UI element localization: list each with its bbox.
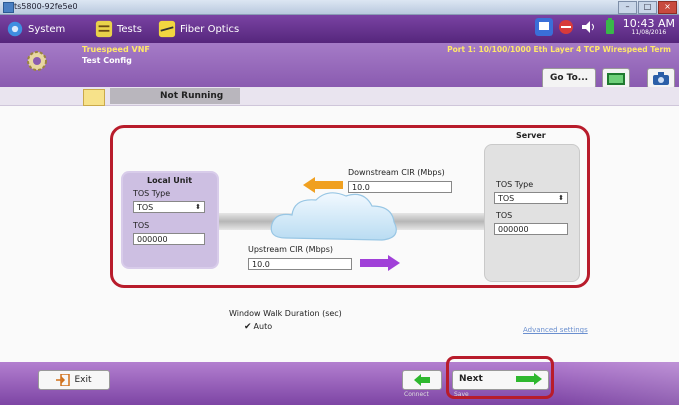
status-area: 10:43 AM 11/08/2016: [534, 18, 675, 36]
tab-tests[interactable]: Tests: [95, 18, 142, 40]
clock-time: 10:43 AM: [622, 17, 675, 31]
server-title: Server: [516, 131, 546, 140]
window-controls: – □ ×: [618, 1, 677, 14]
downstream-arrow-icon: [303, 177, 343, 193]
advanced-settings-link[interactable]: Advanced settings: [523, 326, 588, 334]
maximize-button[interactable]: □: [638, 1, 657, 14]
goto-button[interactable]: Go To...: [542, 68, 596, 89]
server-tos-type-select[interactable]: TOS ⬍: [494, 192, 568, 204]
tab-system-label: System: [28, 23, 66, 35]
tests-icon: [95, 20, 113, 38]
test-status-label: Not Running: [110, 88, 240, 104]
downstream-cir-field[interactable]: 10.0: [348, 181, 452, 193]
chevron-down-icon: ⬍: [558, 194, 564, 202]
test-name: Truespeed VNF: [82, 45, 150, 54]
upstream-arrow-icon: [360, 255, 400, 271]
top-nav-bar: System Tests Fiber Optics 10:43 AM 11/08…: [0, 15, 679, 43]
close-button[interactable]: ×: [658, 1, 677, 14]
next-button[interactable]: Next: [452, 370, 549, 390]
local-unit-title: Local Unit: [147, 176, 193, 185]
window-title-bar: ts5800-92fe5e0 – □ ×: [0, 0, 679, 15]
local-tos-type-value: TOS: [137, 203, 154, 212]
chevron-down-icon: ⬍: [195, 203, 201, 211]
local-tos-label: TOS: [133, 221, 150, 230]
results-view-button[interactable]: [602, 68, 630, 89]
tab-tests-label: Tests: [117, 23, 142, 35]
minimize-button[interactable]: –: [618, 1, 637, 14]
arrow-right-icon: [516, 373, 542, 385]
gear-icon: [7, 21, 23, 37]
fiber-optics-icon: [158, 20, 176, 38]
exit-icon: [56, 374, 71, 386]
clock-date: 11/08/2016: [631, 28, 667, 36]
remote-icon[interactable]: [534, 18, 553, 36]
local-tos-type-label: TOS Type: [133, 189, 171, 198]
local-tos-field[interactable]: 000000: [133, 233, 205, 245]
app-icon: [3, 2, 14, 13]
server-tos-type-value: TOS: [498, 194, 515, 203]
upstream-cir-field[interactable]: 10.0: [248, 258, 352, 270]
tab-system[interactable]: System: [6, 18, 65, 40]
network-cloud-icon: [270, 192, 397, 241]
tab-fiber-optics[interactable]: Fiber Optics: [158, 18, 239, 40]
screen-title: Test Config: [82, 56, 132, 65]
server-tos-field[interactable]: 000000: [494, 223, 568, 235]
settings-gear-icon: [27, 51, 47, 71]
local-unit-box: [121, 171, 219, 269]
next-label: Next: [459, 374, 483, 384]
results-view-icon: [607, 72, 625, 85]
local-tos-type-select[interactable]: TOS ⬍: [133, 201, 205, 213]
server-tos-label: TOS: [496, 211, 513, 220]
tab-fiber-optics-label: Fiber Optics: [180, 23, 240, 35]
battery-icon: [605, 18, 614, 34]
server-tos-type-label: TOS Type: [496, 180, 534, 189]
exit-label: Exit: [74, 375, 92, 385]
next-caption: Save: [454, 391, 469, 398]
speaker-icon[interactable]: [579, 18, 597, 36]
auto-checkbox[interactable]: ✔ Auto: [244, 322, 272, 332]
checkmark-icon: ✔: [244, 322, 252, 332]
previous-button[interactable]: [402, 370, 442, 390]
clock: 10:43 AM 11/08/2016: [623, 18, 675, 36]
camera-icon: [653, 72, 669, 85]
arrow-left-icon: [414, 374, 430, 386]
screenshot-button[interactable]: [647, 68, 675, 89]
downstream-label: Downstream CIR (Mbps): [348, 168, 445, 177]
upstream-label: Upstream CIR (Mbps): [248, 245, 334, 254]
auto-checkbox-label: Auto: [253, 322, 273, 331]
port-info: Port 1: 10/100/1000 Eth Layer 4 TCP Wire…: [447, 45, 671, 54]
exit-button[interactable]: Exit: [38, 370, 110, 390]
window-walk-label: Window Walk Duration (sec): [229, 309, 342, 318]
previous-caption: Connect: [404, 391, 429, 398]
status-indicator: [83, 89, 105, 106]
alarm-icon[interactable]: [557, 18, 575, 36]
window-title: ts5800-92fe5e0: [14, 2, 78, 11]
